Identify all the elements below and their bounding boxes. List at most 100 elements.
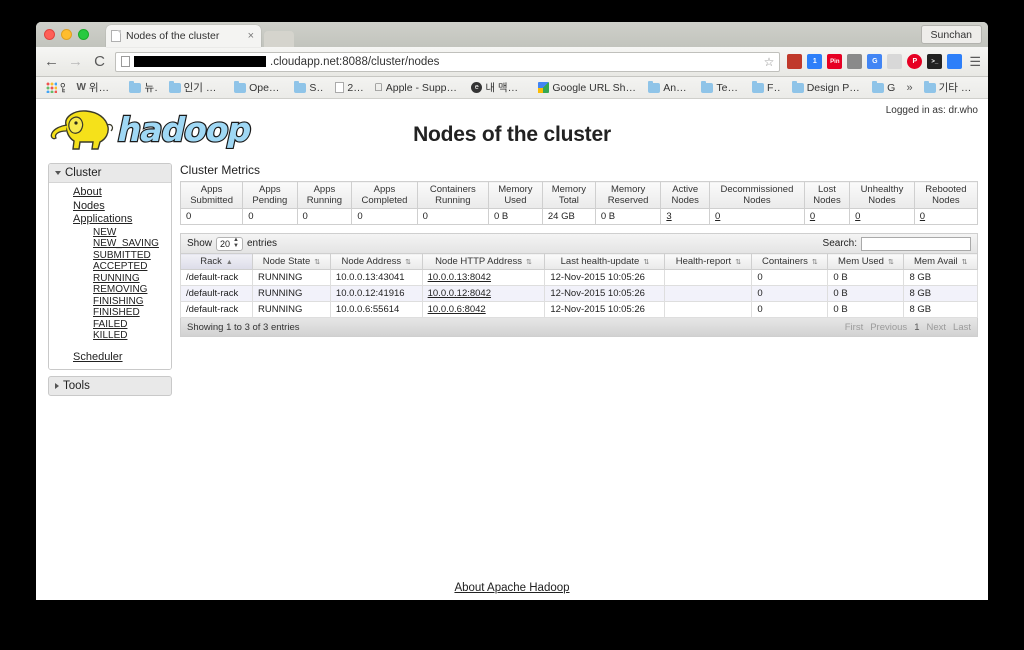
sidebar-item-accepted[interactable]: ACCEPTED [49, 261, 171, 273]
back-icon[interactable]: ← [43, 54, 60, 69]
browser-tab-active[interactable]: Nodes of the cluster × [106, 25, 261, 47]
bookmark-design-pattern[interactable]: Design Pattern [788, 80, 865, 95]
google-icon [538, 82, 550, 93]
pagination-first[interactable]: First [845, 322, 863, 333]
close-tab-icon[interactable]: × [246, 30, 256, 42]
bookmark-open-api[interactable]: Open API [230, 80, 287, 95]
sidebar-item-killed[interactable]: KILLED [49, 330, 171, 342]
datatable-pagination: First Previous 1 Next Last [845, 322, 971, 333]
col-node-address[interactable]: Node Address ⇅ [329, 253, 423, 270]
chrome-profile-button[interactable]: Sunchan [920, 25, 982, 44]
sidebar-item-nodes[interactable]: Nodes [49, 200, 171, 214]
sidebar-item-new-saving[interactable]: NEW_SAVING [49, 238, 171, 250]
maximize-window-button[interactable] [78, 29, 89, 40]
folder-icon [752, 80, 765, 93]
pagination-last[interactable]: Last [953, 322, 971, 333]
pipe-extension-icon[interactable] [887, 54, 903, 69]
table-row[interactable]: /default-rack RUNNING 10.0.0.13:43041 10… [179, 269, 978, 286]
sort-asc-icon: ▲ [225, 259, 233, 266]
bookmark-2ulc[interactable]: 2u.lc [331, 81, 367, 95]
cell-node-http-address-link[interactable]: 10.0.0.6:8042 [428, 304, 486, 315]
bookmark-my-macbook-spec[interactable]: e 내 맥북 사양 [467, 79, 531, 96]
metrics-val-rebooted-nodes[interactable]: 0 [920, 211, 925, 222]
about-apache-hadoop-link[interactable]: About Apache Hadoop [454, 582, 569, 594]
cell-node-http-address-link[interactable]: 10.0.0.13:8042 [428, 272, 491, 283]
col-mem-avail[interactable]: Mem Avail ⇅ [903, 253, 978, 270]
col-last-health-update[interactable]: Last health-update ⇅ [544, 253, 666, 270]
reload-icon[interactable]: C [91, 54, 108, 69]
minimize-window-button[interactable] [61, 29, 72, 40]
close-window-button[interactable] [44, 29, 55, 40]
bookmarks-overflow-icon[interactable]: » [902, 82, 916, 94]
sidebar-tools-section[interactable]: Tools [48, 376, 172, 396]
chrome-menu-icon[interactable]: ☰ [969, 54, 981, 70]
bookmark-label: Google URL Shortener [549, 81, 637, 94]
col-last-health-update-label: Last health-update [560, 256, 640, 267]
pagination-previous[interactable]: Previous [870, 322, 907, 333]
bookmark-other-bookmarks[interactable]: 기타 북마크 [920, 79, 982, 96]
sidebar-item-finished[interactable]: FINISHED [49, 307, 171, 319]
browser-tab-strip: Nodes of the cluster × Sunchan [36, 22, 988, 47]
forward-icon[interactable]: → [67, 54, 84, 69]
bookmark-apps[interactable]: 앱 [42, 79, 69, 96]
tab-title: Nodes of the cluster [126, 30, 220, 42]
col-rack-label: Rack [200, 256, 222, 267]
search-input[interactable] [861, 236, 971, 251]
bookmark-apple-support[interactable]:  Apple - Support - Te [371, 81, 465, 95]
pagination-next[interactable]: Next [926, 322, 946, 333]
col-health-report[interactable]: Health-report ⇅ [664, 253, 753, 270]
blocks-extension-icon[interactable] [947, 54, 963, 69]
google-translate-icon[interactable]: G [867, 54, 883, 69]
col-node-state[interactable]: Node State ⇅ [252, 253, 331, 270]
bookmarks-bar: 앱 W 위키백과 뉴스 인기 사이트 Open API SNS [36, 77, 988, 99]
book-extension-icon[interactable] [787, 54, 803, 69]
table-row[interactable]: /default-rack RUNNING 10.0.0.6:55614 10.… [179, 301, 978, 318]
col-rack[interactable]: Rack ▲ [179, 253, 254, 270]
metrics-val-lost-nodes[interactable]: 0 [810, 211, 815, 222]
bookmark-flex[interactable]: Flex [748, 80, 785, 95]
terminal-extension-icon[interactable]: >_ [927, 54, 943, 69]
bookmark-label: 앱 [60, 80, 65, 95]
sidebar-item-submitted[interactable]: SUBMITTED [49, 250, 171, 262]
calendar-extension-icon[interactable]: 1 [807, 54, 823, 69]
col-mem-used-label: Mem Used [838, 256, 884, 267]
sidebar-item-running[interactable]: RUNNING [49, 273, 171, 285]
col-containers[interactable]: Containers ⇅ [751, 253, 829, 270]
address-bar[interactable]: .cloudapp.net:8088/cluster/nodes ☆ [115, 51, 781, 72]
sidebar-item-scheduler[interactable]: Scheduler [49, 351, 171, 365]
page-info-icon[interactable] [121, 56, 130, 67]
bookmark-news[interactable]: 뉴스 [125, 79, 161, 96]
new-tab-button[interactable] [264, 31, 294, 47]
metrics-val-active-nodes[interactable]: 3 [666, 211, 671, 222]
bookmark-wikipedia[interactable]: W 위키백과 [72, 79, 122, 96]
evernote-icon[interactable] [847, 54, 863, 69]
sidebar-item-removing[interactable]: REMOVING [49, 284, 171, 296]
bookmark-sns[interactable]: SNS [290, 80, 328, 95]
col-node-http-address[interactable]: Node HTTP Address ⇅ [421, 253, 546, 270]
col-mem-used[interactable]: Mem Used ⇅ [827, 253, 905, 270]
sidebar-item-finishing[interactable]: FINISHING [49, 296, 171, 308]
metrics-col-unhealthy-nodes: Unhealthy Nodes [849, 181, 915, 209]
bookmark-popular-sites[interactable]: 인기 사이트 [165, 79, 227, 96]
sidebar-item-applications[interactable]: Applications [49, 213, 171, 227]
sidebar-item-failed[interactable]: FAILED [49, 319, 171, 331]
pagination-page-1[interactable]: 1 [914, 322, 919, 333]
bookmark-android[interactable]: Android [644, 80, 694, 95]
bookmark-star-icon[interactable]: ☆ [758, 55, 775, 69]
pinterest-pin-icon[interactable]: Pin [827, 54, 843, 69]
cell-node-http-address-link[interactable]: 10.0.0.12:8042 [428, 288, 491, 299]
cell-node-state: RUNNING [252, 301, 331, 318]
pinterest-icon[interactable]: P [907, 54, 923, 69]
page-length-select[interactable]: 20 ▲ ▼ [216, 236, 243, 251]
url-text: .cloudapp.net:8088/cluster/nodes [270, 55, 440, 68]
metrics-val-decommissioned-nodes[interactable]: 0 [715, 211, 720, 222]
bookmark-git[interactable]: Git [868, 80, 899, 95]
sidebar-item-about[interactable]: About [49, 186, 171, 200]
sidebar-item-new[interactable]: NEW [49, 227, 171, 239]
table-row[interactable]: /default-rack RUNNING 10.0.0.12:41916 10… [179, 285, 978, 302]
sidebar-cluster-header[interactable]: Cluster [49, 164, 171, 183]
metrics-val-unhealthy-nodes[interactable]: 0 [855, 211, 860, 222]
bookmark-testing[interactable]: Testing [697, 80, 745, 95]
bookmark-google-url-shortener[interactable]: Google URL Shortener [534, 81, 641, 95]
bookmark-label: Open API [249, 81, 283, 94]
